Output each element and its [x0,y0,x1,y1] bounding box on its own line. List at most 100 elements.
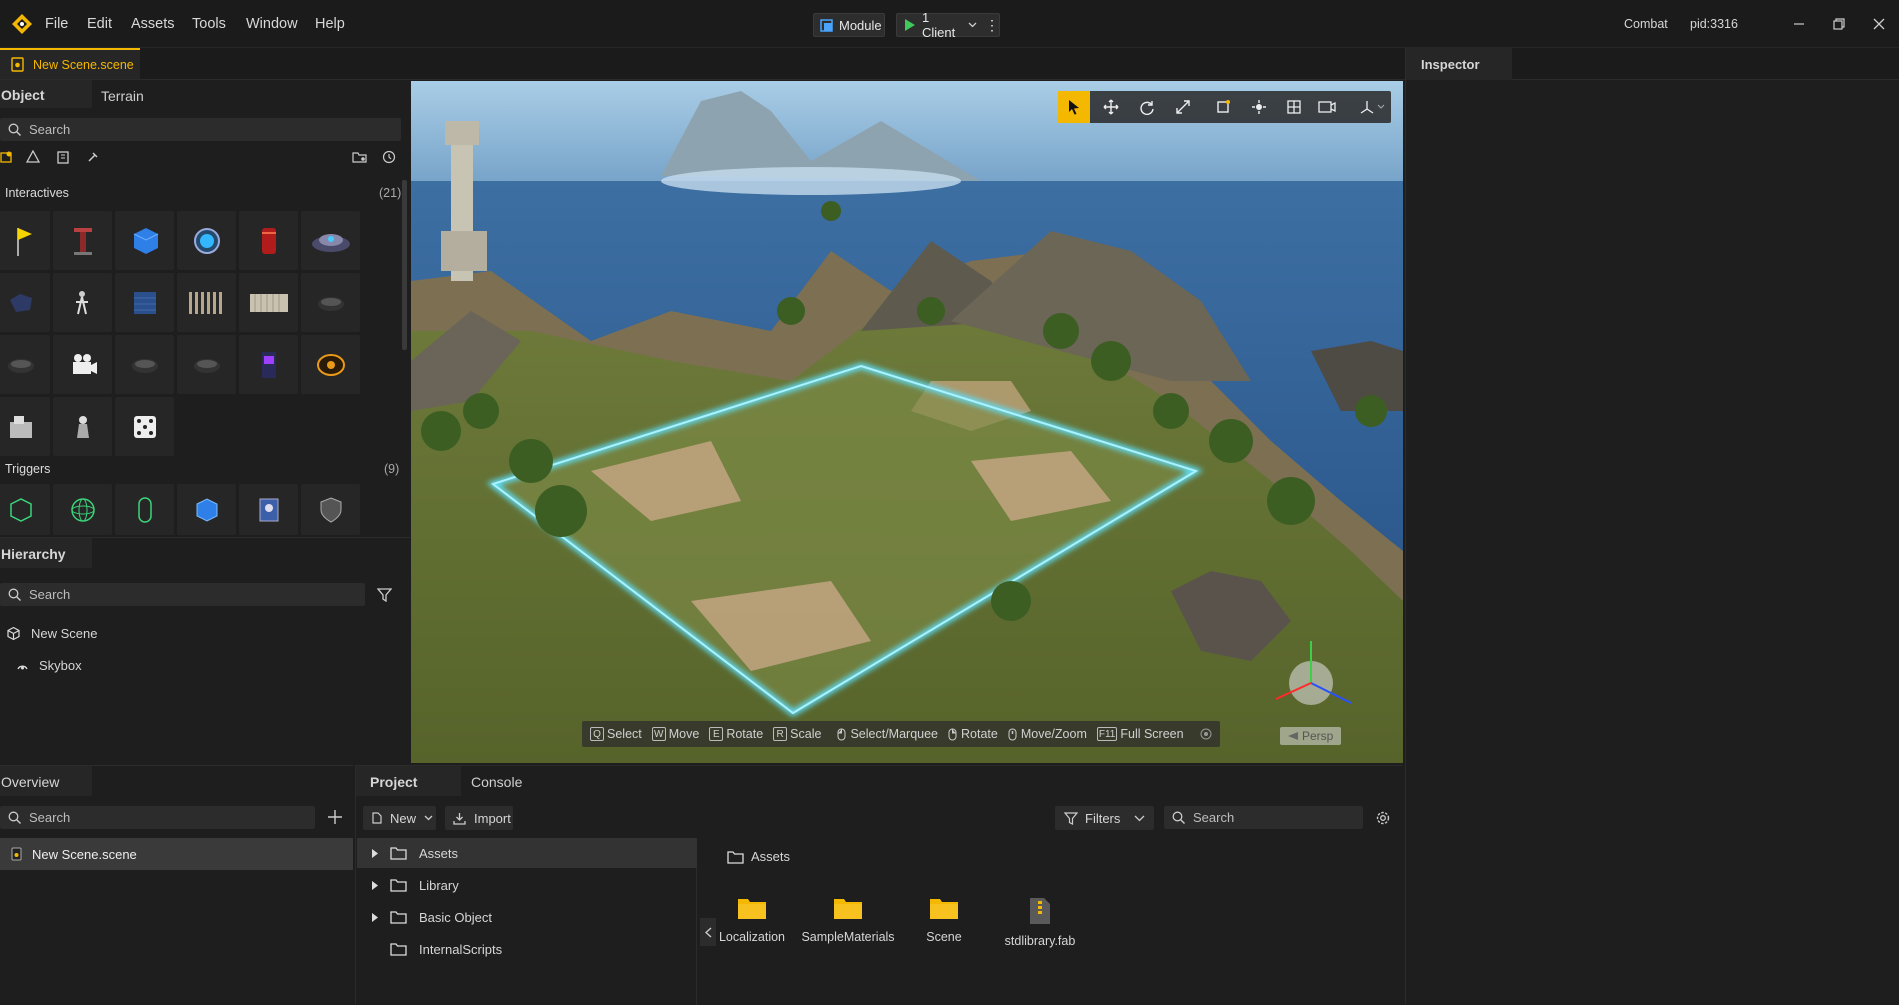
menu-tools[interactable]: Tools [192,16,226,32]
hierarchy-search-input[interactable]: Search [0,583,365,606]
chevron-down-icon[interactable] [968,22,977,28]
tree-item-library[interactable]: Library [357,870,697,900]
menu-edit[interactable]: Edit [87,16,112,32]
folder-icon [390,878,407,892]
object-panel-scrollbar[interactable] [402,180,407,350]
asset-file-stdlibrary[interactable]: stdlibrary.fab [996,897,1084,948]
asset-disc-4[interactable] [177,335,236,394]
trigger-sphere[interactable] [53,484,112,535]
chevron-down-icon [1134,815,1145,822]
axis-orientation-icon[interactable] [1353,91,1391,123]
grid-tool-icon[interactable] [1278,91,1310,123]
asset-folder-scene[interactable]: Scene [906,896,982,944]
asset-disc-3[interactable] [115,335,174,394]
menu-file[interactable]: File [45,16,68,32]
hint-label: Rotate [961,727,998,741]
module-button[interactable]: Module [813,13,885,37]
menu-assets[interactable]: Assets [131,16,175,32]
asset-pad[interactable] [301,211,360,270]
breadcrumb[interactable]: Assets [727,849,790,864]
asset-folder-localization[interactable]: Localization [714,896,790,944]
asset-flag[interactable] [0,211,50,270]
hierarchy-item-skybox[interactable]: Skybox [16,658,82,673]
hint-label: Full Screen [1120,727,1184,741]
tab-project-label: Project [370,774,418,790]
caret-right-icon[interactable] [372,880,378,890]
snap-tool-icon[interactable] [1207,91,1239,123]
scene-viewport[interactable]: Q Select W Move E Rotate R Scale Select/Marq… [411,81,1403,763]
asset-rock-blue[interactable] [0,273,50,332]
category-nature-icon[interactable] [26,150,40,164]
category-building-icon[interactable] [56,150,70,164]
asset-label: Scene [926,930,962,944]
hierarchy-item-label: Skybox [39,658,82,673]
select-tool-icon[interactable] [1058,91,1090,123]
asset-camera[interactable] [53,335,112,394]
settings-gear-icon[interactable] [1375,810,1391,826]
tab-terrain[interactable]: Terrain [101,88,144,104]
asset-pillar[interactable] [53,211,112,270]
asset-coin[interactable] [301,335,360,394]
asset-lamp[interactable] [53,397,112,456]
persp-label: Persp [1302,729,1334,743]
document-tab[interactable]: New Scene.scene [0,48,140,79]
category-tools-icon[interactable] [86,150,100,164]
import-button[interactable]: Import [445,806,513,830]
asset-folder-sample-materials[interactable]: SampleMaterials [798,896,898,944]
overview-item[interactable]: New Scene.scene [0,838,353,870]
trigger-capsule[interactable] [115,484,174,535]
project-search-input[interactable]: Search [1164,806,1363,829]
trigger-door[interactable] [239,484,298,535]
asset-disc-1[interactable] [301,273,360,332]
play-icon [905,19,915,31]
menu-window[interactable]: Window [246,16,298,32]
import-label: Import [474,810,511,826]
caret-right-icon[interactable] [372,912,378,922]
asset-disc-2[interactable] [0,335,50,394]
asset-machine[interactable] [0,397,50,456]
trigger-cube-blue[interactable] [177,484,236,535]
overview-search-input[interactable]: Search [0,806,315,829]
asset-crate-blue[interactable] [115,273,174,332]
persp-toggle[interactable]: Persp [1280,727,1342,745]
minimize-icon[interactable] [1789,14,1809,34]
move-tool-icon[interactable] [1095,91,1127,123]
asset-dice[interactable] [115,397,174,456]
play-button[interactable]: 1 Client ⋮ [896,10,1000,40]
tree-item-basic-object[interactable]: Basic Object [357,902,697,932]
new-button[interactable]: New [363,806,436,830]
tree-item-internal-scripts[interactable]: InternalScripts [357,934,697,964]
app-logo-icon[interactable] [10,12,34,36]
asset-portal[interactable] [177,211,236,270]
more-options-icon[interactable]: ⋮ [985,17,999,34]
tree-item-assets[interactable]: Assets [357,838,697,868]
asset-fence[interactable] [177,273,236,332]
hierarchy-item-new-scene[interactable]: New Scene [6,626,97,641]
asset-cube[interactable] [115,211,174,270]
pivot-tool-icon[interactable] [1243,91,1275,123]
object-search-placeholder: Search [29,122,71,137]
camera-tool-icon[interactable] [1311,91,1343,123]
trigger-box[interactable] [0,484,50,535]
filters-button[interactable]: Filters [1055,806,1154,830]
history-icon[interactable] [382,150,396,164]
restore-icon[interactable] [1829,14,1849,34]
filter-icon[interactable] [377,587,392,602]
trigger-shield[interactable] [301,484,360,535]
category-interactives-icon[interactable] [0,150,14,164]
menu-help[interactable]: Help [315,16,345,32]
caret-right-icon[interactable] [372,848,378,858]
hints-toggle-icon[interactable] [1200,728,1212,740]
asset-character[interactable] [53,273,112,332]
close-icon[interactable] [1869,14,1889,34]
favorites-folder-icon[interactable] [352,150,367,164]
add-icon[interactable] [327,809,343,825]
tab-console[interactable]: Console [471,774,522,790]
hint-marquee: Select/Marquee [831,727,938,741]
scale-tool-icon[interactable] [1167,91,1199,123]
object-search-input[interactable]: Search [0,118,401,141]
asset-arcade[interactable] [239,335,298,394]
rotate-tool-icon[interactable] [1131,91,1163,123]
asset-container[interactable] [239,273,298,332]
asset-barrel[interactable] [239,211,298,270]
